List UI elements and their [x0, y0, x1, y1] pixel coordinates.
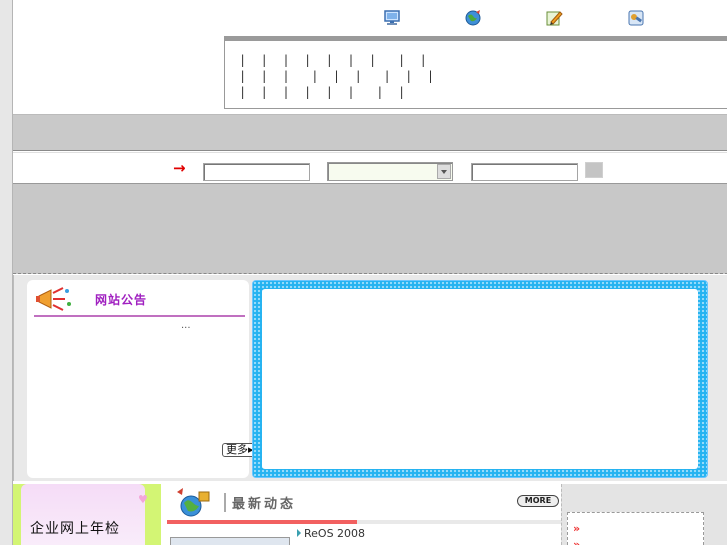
- notice-ellipsis: ...: [181, 320, 191, 331]
- annual-check-link[interactable]: 企业网上年检: [30, 518, 120, 538]
- keyword-input[interactable]: [203, 163, 310, 181]
- globe-icon[interactable]: [464, 9, 482, 27]
- site-frame: | | | | | | | | | | | | | | | | | | | | …: [12, 0, 727, 545]
- annual-check-panel: 企业网上年检 ♥: [13, 484, 161, 545]
- heart-icon: ♥: [138, 493, 148, 506]
- arrow-icon: →: [173, 159, 186, 177]
- links-row-2[interactable]: | | | | | | | | |: [239, 69, 434, 83]
- extra-input[interactable]: [471, 163, 578, 181]
- banner-content: [262, 289, 698, 469]
- side-panel: » »: [561, 484, 727, 545]
- bottom-section: 企业网上年检 ♥ 最新动态 MORE ReOS 2008 » »: [13, 481, 727, 545]
- notice-section: 网站公告 ... 更多▸: [13, 275, 727, 481]
- pencil-icon[interactable]: [545, 9, 563, 27]
- notice-divider: [34, 315, 245, 317]
- globe-gift-icon: [177, 488, 210, 517]
- news-panel: 最新动态 MORE ReOS 2008: [167, 484, 561, 545]
- notice-title: 网站公告: [95, 293, 148, 307]
- monitor-icon[interactable]: [383, 9, 401, 27]
- notice-panel: 网站公告 ... 更多▸: [27, 280, 258, 478]
- category-select[interactable]: [327, 162, 453, 181]
- tools-icon[interactable]: [627, 9, 645, 27]
- page: | | | | | | | | | | | | | | | | | | | | …: [0, 0, 727, 545]
- side-arrow-icon: »: [573, 522, 581, 535]
- nav-band: [13, 114, 727, 151]
- chevron-down-icon[interactable]: [437, 164, 451, 179]
- news-divider-accent: [167, 520, 357, 524]
- search-bar: →: [13, 152, 727, 184]
- search-button[interactable]: [585, 162, 603, 178]
- top-bar: | | | | | | | | | | | | | | | | | | | | …: [13, 0, 727, 114]
- links-row-1[interactable]: | | | | | | | | |: [239, 53, 427, 67]
- side-arrow-icon: »: [573, 538, 581, 545]
- links-row-3[interactable]: | | | | | | | |: [239, 85, 405, 99]
- gray-band: [13, 184, 727, 274]
- news-more-button[interactable]: MORE: [517, 495, 559, 507]
- news-title: 最新动态: [224, 493, 296, 512]
- news-thumbnail[interactable]: [170, 537, 290, 545]
- banner-frame: [252, 280, 708, 478]
- annual-check-card[interactable]: 企业网上年检: [21, 484, 145, 545]
- megaphone-icon: [36, 287, 71, 311]
- news-item[interactable]: ReOS 2008: [297, 527, 365, 540]
- side-list: » »: [567, 512, 704, 545]
- links-box: | | | | | | | | | | | | | | | | | | | | …: [224, 36, 727, 109]
